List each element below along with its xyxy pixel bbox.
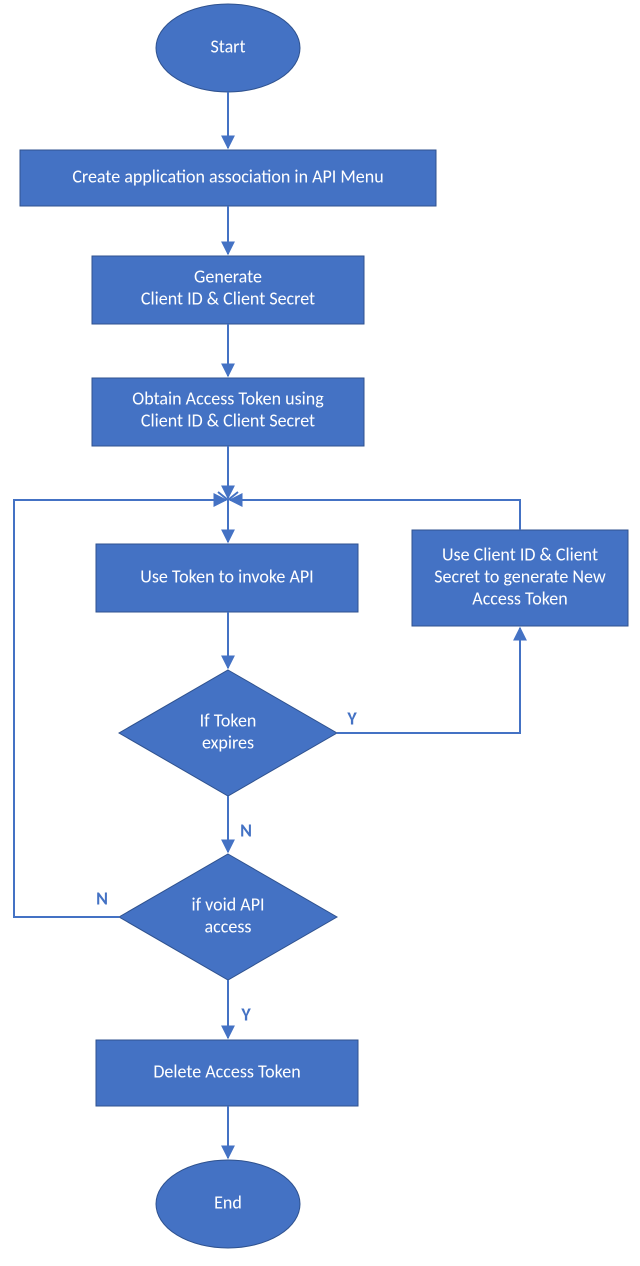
decision-void-access-label-l2: access	[205, 915, 252, 937]
step-generate-credentials-label-l2: Client ID & Client Secret	[141, 287, 315, 309]
step-create-application-label: Create application association in API Me…	[72, 165, 383, 187]
step-delete-token-label: Delete Access Token	[153, 1060, 300, 1082]
step-obtain-token-label-l2: Client ID & Client Secret	[141, 409, 315, 431]
dec2-no-label: N	[96, 887, 108, 909]
merge-tick-l	[218, 492, 228, 500]
step-obtain-token-label-l1: Obtain Access Token using	[132, 387, 324, 409]
end-label: End	[214, 1191, 242, 1213]
dec2-yes-label: Y	[240, 1003, 251, 1025]
dec1-no-label: N	[240, 819, 252, 841]
edge-dec1-yes	[337, 628, 520, 733]
step-invoke-api-label: Use Token to invoke API	[140, 565, 313, 587]
step-regenerate-token-label-l1: Use Client ID & Client	[442, 543, 598, 565]
step-regenerate-token-label-l2: Secret to generate New	[434, 565, 606, 587]
merge-tick-r	[228, 492, 238, 500]
dec1-yes-label: Y	[346, 707, 357, 729]
step-regenerate-token-label-l3: Access Token	[472, 587, 567, 609]
decision-token-expires-label-l1: If Token	[200, 709, 257, 731]
decision-void-access-label-l1: if void API	[191, 893, 264, 915]
decision-token-expires-label-l2: expires	[202, 731, 254, 753]
step-generate-credentials-label-l1: Generate	[194, 265, 262, 287]
edge-step5-merge	[230, 500, 520, 530]
start-label: Start	[210, 35, 245, 57]
